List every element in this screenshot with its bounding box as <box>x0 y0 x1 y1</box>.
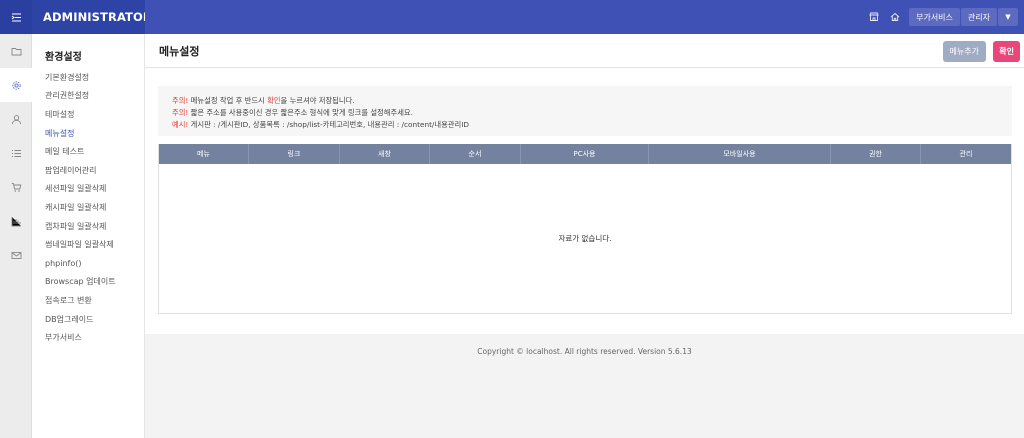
rail-stats[interactable] <box>0 204 32 238</box>
bar-chart-icon <box>11 216 21 226</box>
notice-line-2: 주의! 짧은 주소를 사용중이신 경우 짧은주소 형식에 맞게 링크를 설정해주… <box>172 107 998 119</box>
column-header-mobile-use: 모바일사용 <box>649 144 831 164</box>
home-icon <box>890 12 900 21</box>
menu-toggle-button[interactable] <box>0 0 32 34</box>
submenu-item-thumbnail-delete[interactable]: 썸네일파일 일괄삭제 <box>32 235 144 254</box>
settings-submenu: 환경설정 기본환경설정 관리권한설정 테마설정 메뉴설정 메일 테스트 팝업레이… <box>32 34 145 438</box>
submenu-item-cache-delete[interactable]: 캐시파일 일괄삭제 <box>32 198 144 217</box>
icon-rail <box>0 34 32 438</box>
page-header: 메뉴설정 메뉴추가 확인 <box>145 34 1024 68</box>
main-content: 주의! 메뉴설정 작업 후 반드시 확인을 누르셔야 저장됩니다. 주의! 짧은… <box>145 68 1024 334</box>
page-title: 메뉴설정 <box>159 44 200 58</box>
admin-menu-button[interactable]: 관리자 <box>960 8 997 26</box>
column-header-permission: 권한 <box>831 144 921 164</box>
top-bar: ADMINISTRATOR 부가서비스 관리자 ▼ <box>0 0 1024 34</box>
submenu-title: 환경설정 <box>45 52 82 63</box>
copyright-text: Copyright © localhost. All rights reserv… <box>477 347 692 356</box>
store-button[interactable] <box>866 9 882 25</box>
notice-text: 메뉴설정 작업 후 반드시 <box>188 96 268 105</box>
submenu-item-menu[interactable]: 메뉴설정 <box>32 124 144 143</box>
rail-shop[interactable] <box>0 170 32 204</box>
rail-mail[interactable] <box>0 238 32 272</box>
store-icon <box>869 12 879 21</box>
list-icon <box>11 149 21 157</box>
addon-service-button[interactable]: 부가서비스 <box>909 8 960 26</box>
submenu-item-addon[interactable]: 부가서비스 <box>32 328 144 347</box>
confirm-button[interactable]: 확인 <box>993 41 1020 62</box>
menu-table: 메뉴 링크 새창 순서 PC사용 모바일사용 권한 관리 자료가 없습니다. <box>158 144 1012 314</box>
brand-title[interactable]: ADMINISTRATOR <box>32 0 152 34</box>
submenu-item-visit-log[interactable]: 접속로그 변환 <box>32 291 144 310</box>
submenu-item-phpinfo[interactable]: phpinfo() <box>32 254 144 273</box>
submenu-item-db-upgrade[interactable]: DB업그레이드 <box>32 310 144 329</box>
footer: Copyright © localhost. All rights reserv… <box>145 334 1024 438</box>
column-header-link: 링크 <box>249 144 340 164</box>
column-header-pc-use: PC사용 <box>521 144 649 164</box>
rail-folder[interactable] <box>0 34 32 68</box>
table-header: 메뉴 링크 새창 순서 PC사용 모바일사용 권한 관리 <box>159 144 1011 164</box>
notice-line-3: 예시! 게시판 : /게시판ID, 상품목록 : /shop/list-카테고리… <box>172 119 998 131</box>
submenu-item-captcha-delete[interactable]: 캡차파일 일괄삭제 <box>32 217 144 236</box>
home-button[interactable] <box>887 9 903 25</box>
submenu-item-theme[interactable]: 테마설정 <box>32 105 144 124</box>
column-header-order: 순서 <box>430 144 521 164</box>
notice-text: 게시판 : /게시판ID, 상품목록 : /shop/list-카테고리번호, … <box>188 120 470 129</box>
user-icon <box>11 114 21 124</box>
warning-label: 주의! <box>172 96 189 105</box>
submenu-item-mail-test[interactable]: 메일 테스트 <box>32 142 144 161</box>
notice-highlight: 확인 <box>267 96 281 105</box>
notice-line-1: 주의! 메뉴설정 작업 후 반드시 확인을 누르셔야 저장됩니다. <box>172 95 998 107</box>
topbar-actions: 부가서비스 관리자 ▼ <box>145 0 1024 34</box>
empty-message: 자료가 없습니다. <box>558 234 612 243</box>
rail-members[interactable] <box>0 102 32 136</box>
column-header-menu: 메뉴 <box>159 144 249 164</box>
rail-settings[interactable] <box>0 68 32 102</box>
notice-text: 을 누르셔야 저장됩니다. <box>280 96 355 105</box>
column-header-new-window: 새창 <box>340 144 430 164</box>
mail-icon <box>11 251 21 259</box>
gear-icon <box>11 80 21 90</box>
submenu-item-popup-layer[interactable]: 팝업레이어관리 <box>32 161 144 180</box>
submenu-item-basic-config[interactable]: 기본환경설정 <box>32 68 144 87</box>
cart-icon <box>11 182 21 192</box>
admin-dropdown-button[interactable]: ▼ <box>998 8 1018 26</box>
notice-box: 주의! 메뉴설정 작업 후 반드시 확인을 누르셔야 저장됩니다. 주의! 짧은… <box>158 86 1012 136</box>
rail-board[interactable] <box>0 136 32 170</box>
add-menu-button[interactable]: 메뉴추가 <box>942 41 986 62</box>
submenu-item-browscap[interactable]: Browscap 업데이트 <box>32 273 144 292</box>
submenu-item-session-delete[interactable]: 세션파일 일괄삭제 <box>32 180 144 199</box>
notice-text: 짧은 주소를 사용중이신 경우 짧은주소 형식에 맞게 링크를 설정해주세요. <box>188 108 413 117</box>
indent-icon <box>11 13 21 21</box>
warning-label: 주의! <box>172 108 189 117</box>
submenu-item-auth-config[interactable]: 관리권한설정 <box>32 87 144 106</box>
caret-down-icon: ▼ <box>1005 13 1011 21</box>
example-label: 예시! <box>172 120 189 129</box>
folder-icon <box>11 47 21 55</box>
column-header-manage: 관리 <box>959 150 973 158</box>
